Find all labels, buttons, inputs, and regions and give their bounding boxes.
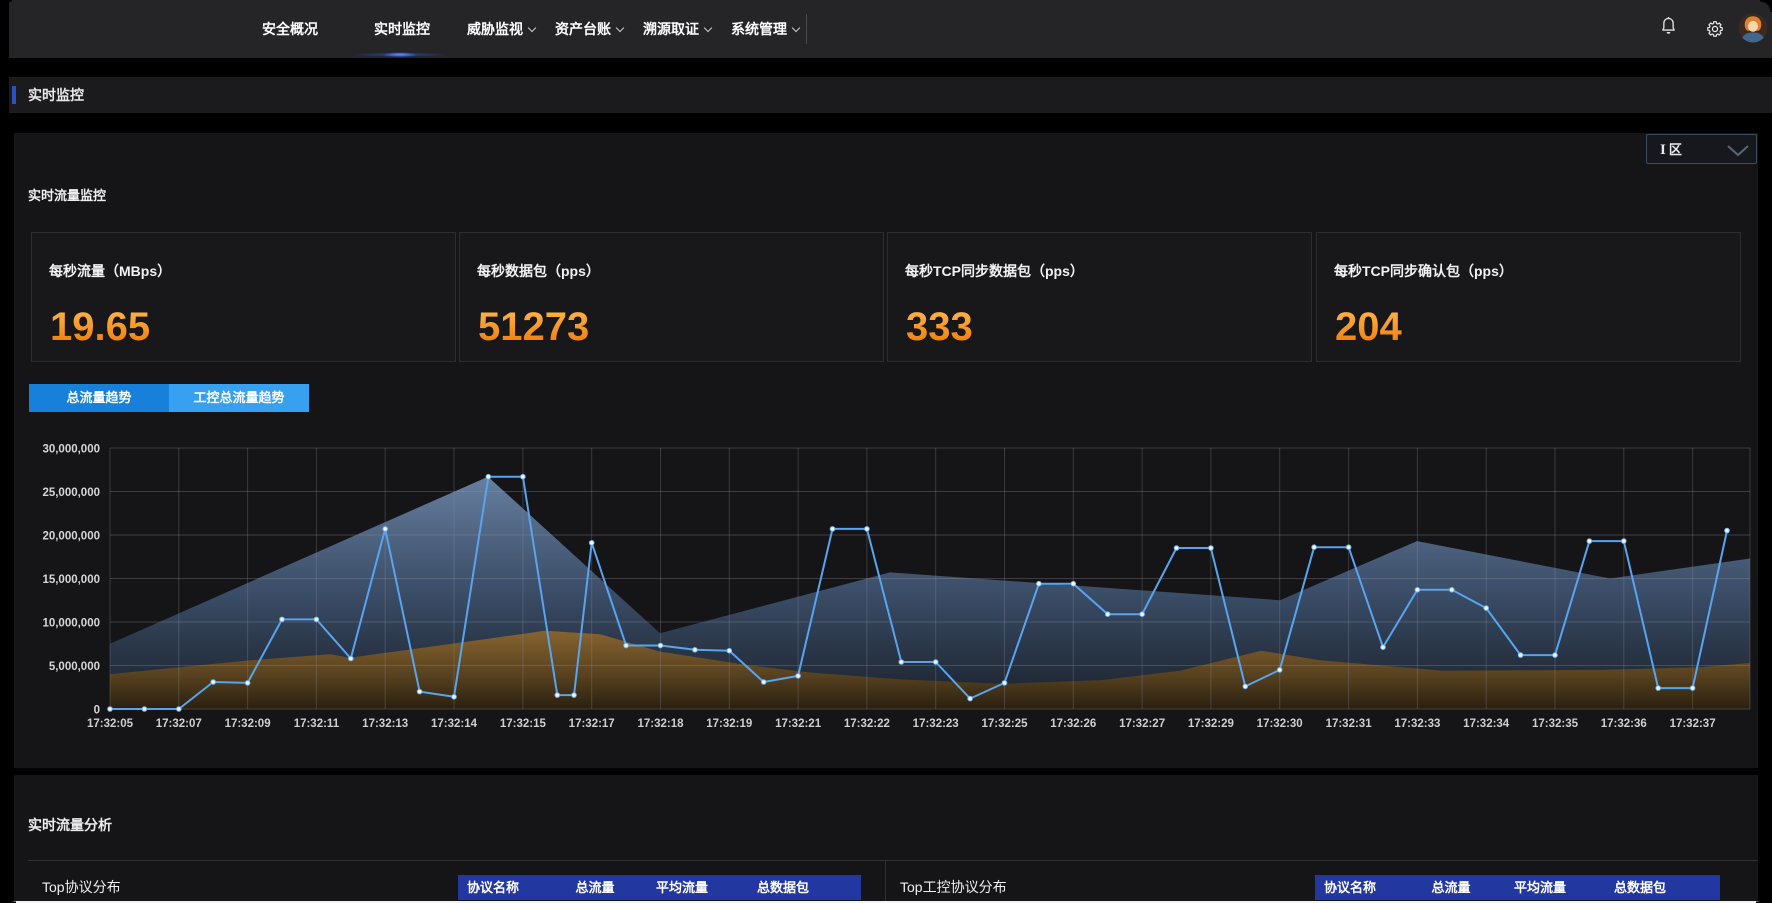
svg-text:17:32:27: 17:32:27 <box>1119 718 1165 730</box>
svg-text:17:32:19: 17:32:19 <box>706 718 752 730</box>
svg-text:5,000,000: 5,000,000 <box>49 661 100 673</box>
svg-text:17:32:34: 17:32:34 <box>1463 718 1510 730</box>
svg-text:17:32:36: 17:32:36 <box>1601 718 1647 730</box>
svg-text:17:32:13: 17:32:13 <box>362 718 408 730</box>
svg-text:17:32:25: 17:32:25 <box>981 718 1028 730</box>
svg-text:17:32:11: 17:32:11 <box>294 718 340 730</box>
svg-text:17:32:17: 17:32:17 <box>569 718 615 730</box>
svg-text:17:32:23: 17:32:23 <box>913 718 959 730</box>
svg-text:17:32:37: 17:32:37 <box>1670 718 1716 730</box>
svg-text:17:32:33: 17:32:33 <box>1394 718 1440 730</box>
svg-text:17:32:22: 17:32:22 <box>844 718 890 730</box>
svg-text:17:32:31: 17:32:31 <box>1326 718 1373 730</box>
svg-text:17:32:05: 17:32:05 <box>87 718 134 730</box>
svg-text:10,000,000: 10,000,000 <box>42 618 100 630</box>
svg-text:17:32:30: 17:32:30 <box>1257 718 1303 730</box>
svg-text:17:32:35: 17:32:35 <box>1532 718 1579 730</box>
svg-text:25,000,000: 25,000,000 <box>42 487 100 499</box>
svg-text:15,000,000: 15,000,000 <box>42 574 100 586</box>
svg-text:20,000,000: 20,000,000 <box>42 531 100 543</box>
svg-text:17:32:21: 17:32:21 <box>775 718 822 730</box>
svg-text:17:32:26: 17:32:26 <box>1050 718 1096 730</box>
svg-text:17:32:07: 17:32:07 <box>156 718 202 730</box>
svg-text:30,000,000: 30,000,000 <box>42 444 100 456</box>
svg-text:17:32:14: 17:32:14 <box>431 718 478 730</box>
svg-text:17:32:18: 17:32:18 <box>637 718 684 730</box>
svg-text:0: 0 <box>94 705 100 717</box>
svg-text:17:32:29: 17:32:29 <box>1188 718 1234 730</box>
svg-text:17:32:09: 17:32:09 <box>225 718 271 730</box>
svg-text:17:32:15: 17:32:15 <box>500 718 547 730</box>
